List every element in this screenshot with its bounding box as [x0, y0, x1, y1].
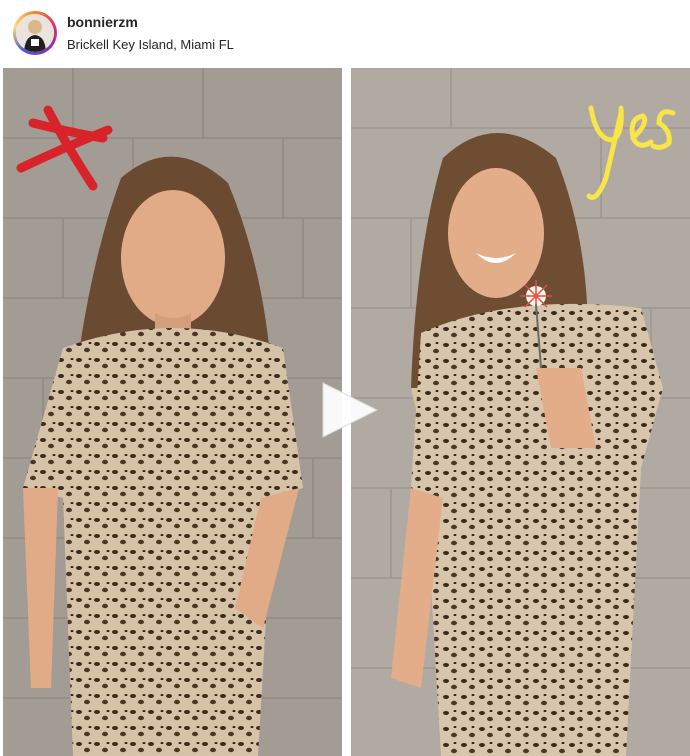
avatar-image [16, 14, 54, 52]
photo-after [351, 68, 690, 756]
post-header: bonnierzm Brickell Key Island, Miami FL [0, 0, 690, 66]
photo-before [3, 68, 342, 756]
play-icon [322, 382, 379, 438]
play-button[interactable] [315, 375, 385, 445]
avatar[interactable] [13, 11, 57, 55]
post-username[interactable]: bonnierzm [67, 14, 138, 30]
post-location[interactable]: Brickell Key Island, Miami FL [67, 37, 234, 52]
